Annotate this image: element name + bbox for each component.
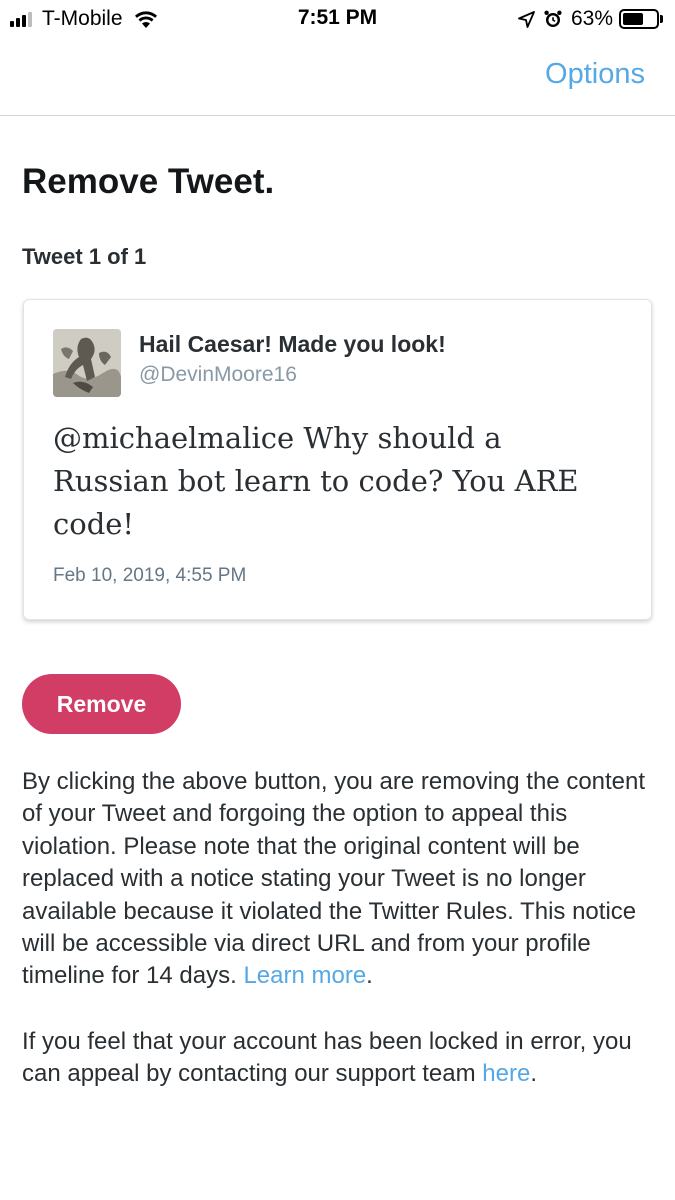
options-button[interactable]: Options	[545, 58, 645, 91]
location-icon	[518, 10, 535, 28]
battery-icon	[619, 9, 659, 29]
alarm-icon	[544, 10, 562, 27]
support-here-link[interactable]: here	[482, 1060, 530, 1087]
tweet-date: Feb 10, 2019, 4:55 PM	[53, 565, 247, 586]
remove-button[interactable]: Remove	[22, 674, 181, 734]
removal-notice-period: .	[366, 962, 373, 990]
tweet-display-name: Hail Caesar! Made you look!	[139, 331, 446, 357]
removal-notice-text: By clicking the above button, you are re…	[22, 768, 646, 990]
removal-notice: By clicking the above button, you are re…	[22, 766, 662, 993]
page-title: Remove Tweet.	[22, 162, 275, 201]
tweet-card: Hail Caesar! Made you look! @DevinMoore1…	[23, 299, 652, 620]
status-bar-right: 63%	[518, 6, 663, 32]
learn-more-link[interactable]: Learn more	[243, 962, 366, 989]
tweet-count: Tweet 1 of 1	[22, 244, 147, 269]
nav-bar: Options	[0, 40, 675, 116]
avatar	[53, 329, 121, 397]
battery-cap	[660, 15, 663, 23]
appeal-notice-period: .	[530, 1060, 538, 1088]
battery-fill	[623, 13, 644, 25]
status-bar: T-Mobile 7:51 PM 63%	[0, 0, 675, 40]
appeal-notice: If you feel that your account has been l…	[22, 1026, 662, 1091]
appeal-notice-text: If you feel that your account has been l…	[22, 1028, 632, 1088]
battery-percent: 63%	[570, 7, 613, 30]
tweet-handle: @DevinMoore16	[139, 363, 297, 386]
tweet-text: @michaelmalice Why should a Russian bot …	[53, 421, 579, 541]
